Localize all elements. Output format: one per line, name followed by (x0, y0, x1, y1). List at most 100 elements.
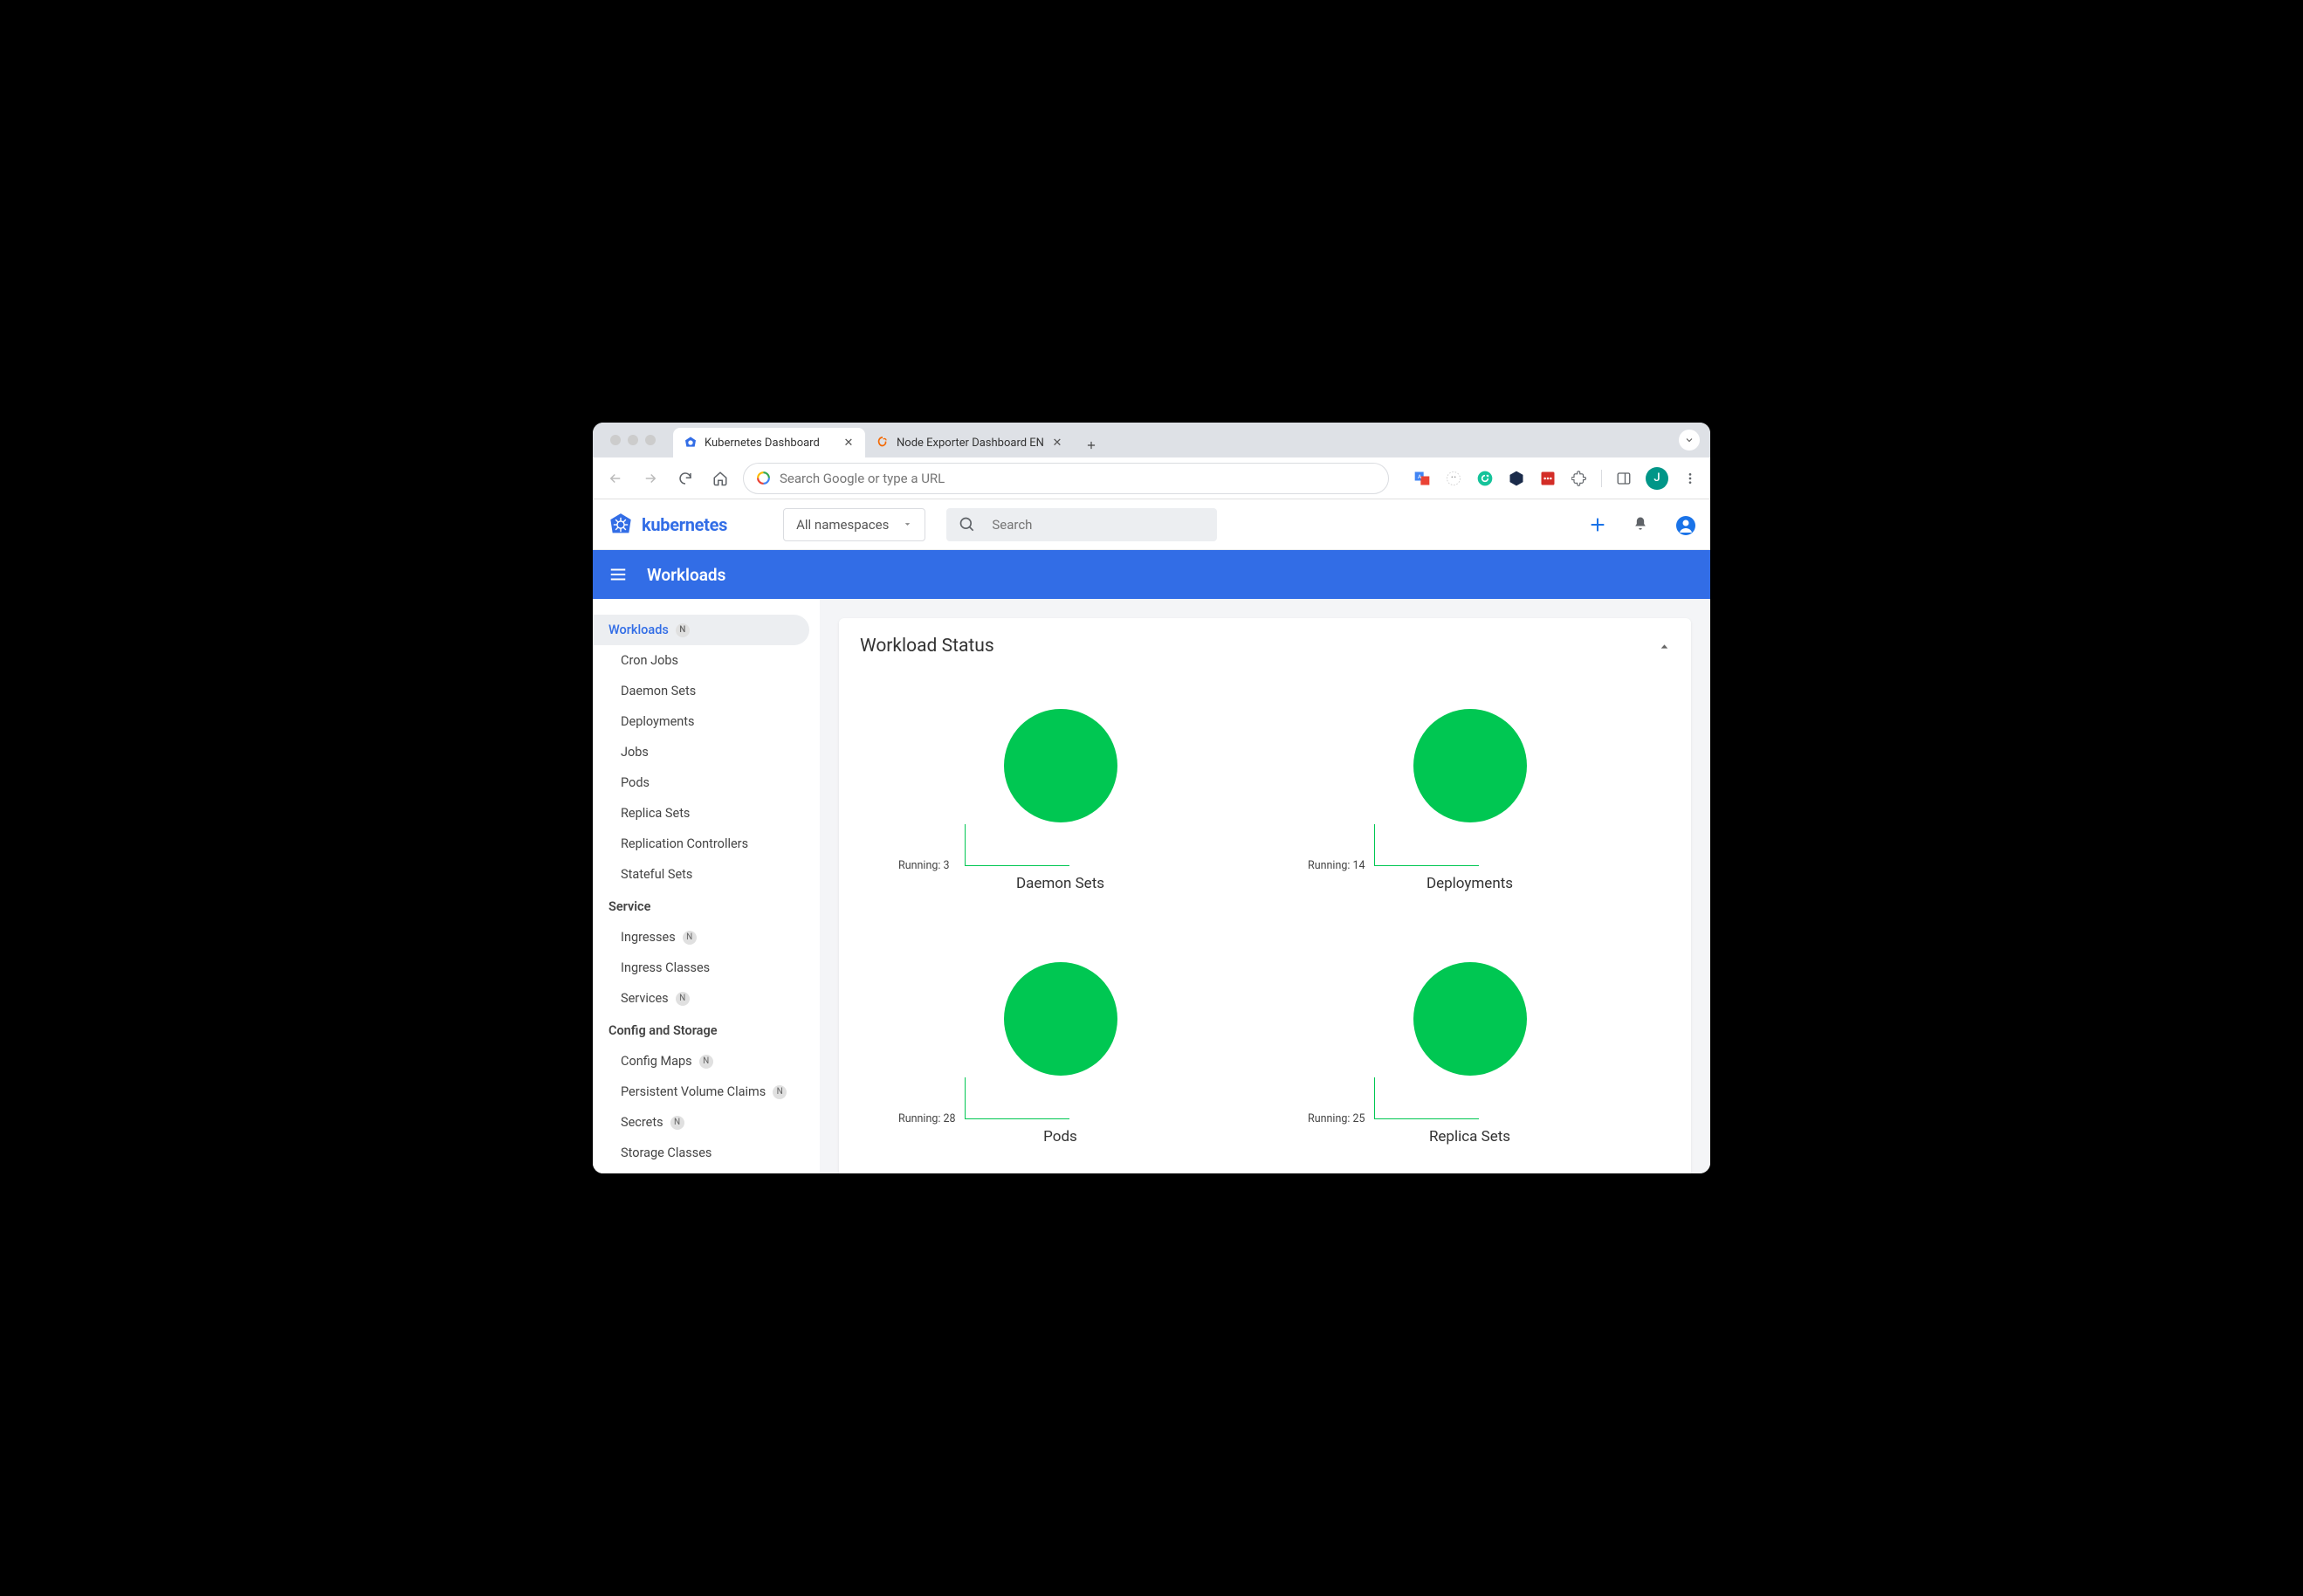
menu-button[interactable] (608, 565, 628, 584)
sidebar-item-daemon-sets[interactable]: Daemon Sets (593, 676, 820, 706)
translate-extension-icon[interactable]: A (1413, 469, 1432, 488)
chart-title: Pods (1043, 1128, 1077, 1145)
tabs: Kubernetes Dashboard ✕ Node Exporter Das… (673, 423, 1103, 457)
sidebar-item-label: Services (621, 991, 669, 1006)
create-button[interactable] (1588, 515, 1607, 534)
browser-window: Kubernetes Dashboard ✕ Node Exporter Das… (593, 423, 1710, 1173)
chart-title: Daemon Sets (1016, 875, 1104, 892)
namespace-value: All namespaces (796, 517, 889, 533)
sidebar-item-services[interactable]: Services N (593, 983, 820, 1014)
home-button[interactable] (708, 466, 732, 491)
sidebar-item-secrets[interactable]: Secrets N (593, 1107, 820, 1138)
bell-icon (1632, 515, 1649, 533)
sidebar-item-label: Replication Controllers (621, 836, 748, 851)
sidebar-item-pods[interactable]: Pods (593, 767, 820, 798)
close-icon[interactable]: ✕ (1051, 437, 1063, 449)
sidebar-item-cron-jobs[interactable]: Cron Jobs (593, 645, 820, 676)
tab-kubernetes-dashboard[interactable]: Kubernetes Dashboard ✕ (673, 428, 865, 457)
extension-icon[interactable] (1507, 469, 1526, 488)
chevron-down-icon (1684, 435, 1695, 445)
sidebar: WorkloadsN Cron Jobs Daemon SetsDeployment… (593, 599, 820, 1173)
sidebar-item-label: Config Maps (621, 1054, 692, 1069)
back-button[interactable] (603, 466, 628, 491)
section-bar: Workloads (593, 550, 1710, 599)
profile-avatar[interactable]: J (1646, 467, 1668, 490)
sidebar-section-header: Config and Storage (593, 1014, 820, 1046)
leader-line: Running: 3 (965, 824, 1069, 866)
sidebar-item-storage-classes[interactable]: Storage Classes (593, 1138, 820, 1168)
sidebar-item-config-maps[interactable]: Config MapsN (593, 1046, 820, 1077)
reload-button[interactable] (673, 466, 698, 491)
sidebar-item-ingresses[interactable]: IngressesN (593, 922, 820, 953)
tab-title: Kubernetes Dashboard (705, 437, 835, 450)
kubernetes-icon (684, 436, 698, 450)
dropdown-icon (903, 519, 912, 529)
namespace-badge: N (670, 1116, 684, 1130)
search-box[interactable] (946, 508, 1217, 541)
leader-label: Running: 28 (898, 1112, 956, 1125)
kubernetes-logo-icon (608, 513, 633, 537)
extension-icon[interactable] (1444, 469, 1463, 488)
side-panel-button[interactable] (1614, 469, 1633, 488)
maximize-window-button[interactable] (645, 435, 656, 445)
collapse-button[interactable] (1659, 641, 1670, 652)
chart-deployments: Running: 14 Deployments (1269, 691, 1670, 936)
omnibox[interactable] (743, 463, 1389, 494)
sidebar-section-header: Service (593, 890, 820, 922)
minimize-window-button[interactable] (628, 435, 638, 445)
logo-text: kubernetes (642, 514, 727, 535)
logo[interactable]: kubernetes (608, 513, 727, 537)
new-tab-button[interactable] (1079, 433, 1103, 457)
tab-strip: Kubernetes Dashboard ✕ Node Exporter Das… (593, 423, 1710, 457)
sidebar-item-replication-controllers[interactable]: Replication Controllers (593, 829, 820, 859)
leader-label: Running: 3 (898, 859, 950, 872)
namespace-selector[interactable]: All namespaces (783, 508, 925, 541)
donut-chart (1413, 709, 1527, 822)
leader-line: Running: 28 (965, 1077, 1069, 1119)
donut-chart (1004, 709, 1117, 822)
namespace-badge: N (773, 1085, 787, 1099)
sidebar-item-ingress-classes[interactable]: Ingress Classes (593, 953, 820, 983)
main-content: Workload Status Running: 3 Daemon Sets R… (820, 599, 1710, 1173)
divider (1601, 470, 1602, 487)
sidebar-item-jobs[interactable]: Jobs (593, 737, 820, 767)
extension-icons: A J (1413, 467, 1700, 490)
sidebar-item-label: Secrets (621, 1115, 663, 1130)
arrow-left-icon (608, 471, 623, 486)
hamburger-icon (608, 565, 628, 584)
chart-daemon-sets: Running: 3 Daemon Sets (860, 691, 1261, 936)
sidebar-item-deployments[interactable]: Deployments (593, 706, 820, 737)
expand-tabs-button[interactable] (1679, 430, 1700, 451)
chrome-menu-button[interactable] (1681, 469, 1700, 488)
close-icon[interactable]: ✕ (842, 437, 855, 449)
sidebar-item-label: Ingress Classes (621, 960, 710, 975)
sidebar-item-label: Persistent Volume Claims (621, 1084, 766, 1099)
reload-icon (677, 471, 693, 486)
omnibox-input[interactable] (780, 471, 1376, 486)
lastpass-extension-icon[interactable] (1538, 469, 1557, 488)
sidebar-item-persistent-volume-claims[interactable]: Persistent Volume Claims N (593, 1077, 820, 1107)
card-header: Workload Status (860, 636, 1670, 657)
close-window-button[interactable] (610, 435, 621, 445)
chart-replica-sets: Running: 25 Replica Sets (1269, 945, 1670, 1173)
sidebar-item-label: Storage Classes (621, 1145, 712, 1160)
header-actions (1588, 515, 1695, 534)
user-button[interactable] (1675, 515, 1695, 534)
search-icon (959, 516, 976, 533)
extensions-button[interactable] (1570, 469, 1589, 488)
namespace-badge: N (676, 623, 690, 637)
tab-node-exporter[interactable]: Node Exporter Dashboard EN ✕ (865, 428, 1074, 457)
notifications-button[interactable] (1632, 515, 1651, 534)
sidebar-item-label: Cron Jobs (621, 653, 678, 668)
sidebar-item-replica-sets[interactable]: Replica Sets (593, 798, 820, 829)
namespace-badge: N (676, 992, 690, 1006)
sidebar-item-workloads[interactable]: WorkloadsN (593, 615, 809, 645)
sidebar-item-label: Pods (621, 775, 650, 790)
sidebar-item-label: Replica Sets (621, 806, 690, 821)
search-input[interactable] (992, 517, 1205, 533)
forward-button[interactable] (638, 466, 663, 491)
donut-chart (1413, 962, 1527, 1076)
home-icon (712, 471, 728, 486)
grammarly-extension-icon[interactable] (1475, 469, 1495, 488)
sidebar-item-stateful-sets[interactable]: Stateful Sets (593, 859, 820, 890)
